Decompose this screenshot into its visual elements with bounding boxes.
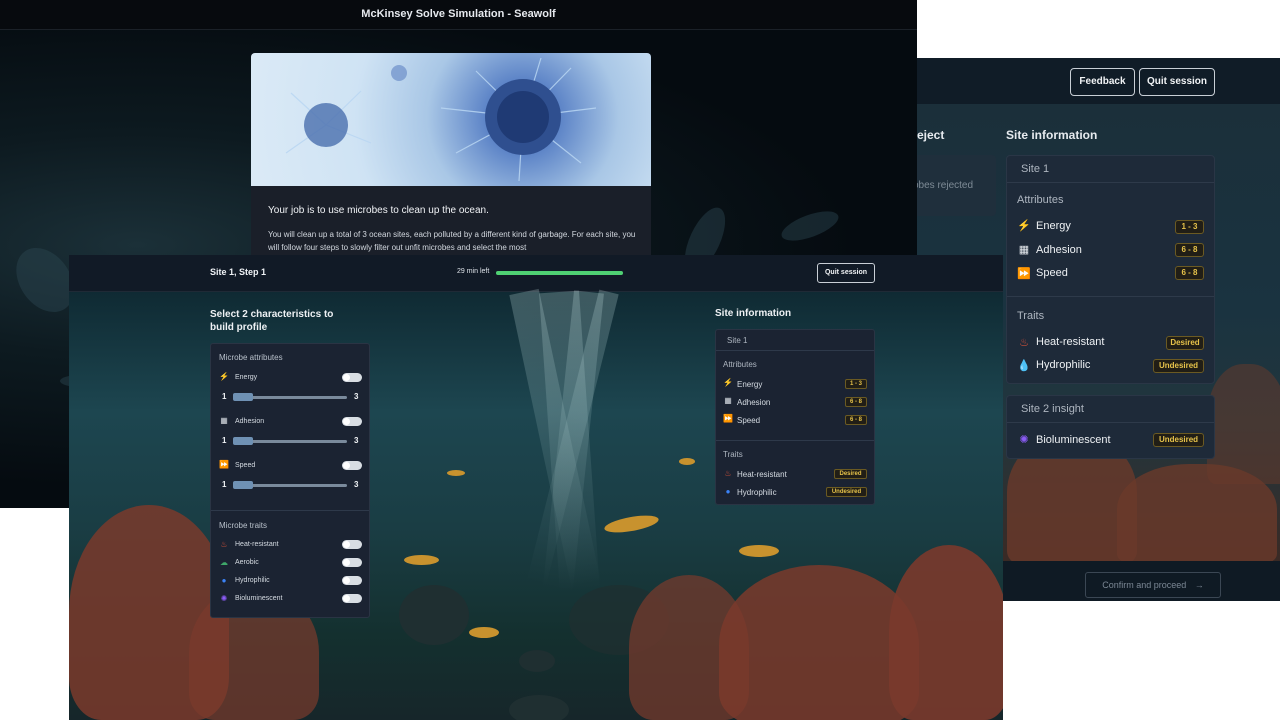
arrow-right-icon: → — [1194, 580, 1204, 590]
bioluminescent-toggle[interactable] — [342, 594, 362, 603]
attribute-range-badge: 6 - 8 — [1175, 266, 1204, 280]
speed-slider-handle[interactable] — [233, 481, 253, 489]
slider-max: 3 — [354, 392, 359, 401]
trait-status-badge: Desired — [1166, 336, 1204, 350]
traits-label: Traits — [723, 450, 743, 459]
attributes-label: Attributes — [1017, 194, 1064, 206]
attribute-range-badge: 6 - 8 — [845, 397, 867, 407]
step-title: Site 1, Step 1 — [210, 267, 267, 277]
droplet-icon: ● — [221, 576, 227, 585]
intro-card: Your job is to use microbes to clean up … — [251, 53, 651, 268]
quit-session-button[interactable]: Quit session — [1139, 68, 1215, 96]
fast-forward-icon: ⏩ — [1017, 268, 1031, 280]
microbe-attributes-label: Microbe attributes — [219, 353, 283, 362]
confirm-label: Confirm and proceed — [1102, 580, 1187, 590]
bolt-icon: ⚡ — [723, 378, 733, 387]
microbe-image — [251, 53, 651, 186]
slider-min: 1 — [222, 436, 227, 445]
flame-icon: ♨ — [220, 540, 228, 549]
reject-column-title: eject — [917, 128, 945, 142]
trait-status-badge: Undesired — [1153, 433, 1204, 447]
intro-heading: Your job is to use microbes to clean up … — [268, 205, 489, 216]
attribute-name: Adhesion — [1036, 244, 1082, 256]
attribute-name: Speed — [737, 416, 761, 425]
grid-icon: ▦ — [1018, 244, 1030, 256]
site-information-panel: Site 1 Attributes ⚡ Energy 1 - 3 ▦ Adhes… — [715, 329, 875, 505]
site-2-insight-panel: Site 2 insight ✺ Bioluminescent Undesire… — [1006, 395, 1215, 459]
trait-name: Hydrophilic — [1036, 359, 1091, 371]
attribute-name: Speed — [1036, 267, 1068, 279]
fast-forward-icon: ⏩ — [723, 414, 733, 423]
attribute-name: Speed — [235, 462, 256, 469]
grid-icon: ▦ — [724, 396, 732, 405]
trait-status-badge: Desired — [834, 469, 867, 479]
top-bar: Site 1, Step 1 29 min left Quit session — [69, 255, 1003, 292]
heat-resistant-toggle[interactable] — [342, 540, 362, 549]
trait-name: Bioluminescent — [1036, 434, 1111, 446]
insight-label: Site 2 insight — [1021, 403, 1084, 415]
adhesion-slider-handle[interactable] — [233, 437, 253, 445]
site-information-title: Site information — [715, 308, 792, 319]
speed-toggle[interactable] — [342, 461, 362, 470]
intro-title-bar: McKinsey Solve Simulation - Seawolf — [0, 0, 917, 30]
trait-name: Hydrophilic — [737, 488, 777, 497]
site-label: Site 1 — [1021, 163, 1050, 175]
site-label: Site 1 — [727, 336, 748, 345]
attribute-name: Energy — [737, 380, 763, 389]
select-characteristics-title: Select 2 characteristics to build profil… — [210, 309, 334, 333]
trait-name: Bioluminescent — [235, 595, 283, 602]
microbe-characteristics-panel: Microbe attributes ⚡ Energy 1 3 ▦ Adhesi… — [210, 343, 370, 618]
site-information-panel: Site 1 Attributes ⚡ Energy 1 - 3 ▦ Adhes… — [1006, 155, 1215, 384]
attribute-name: Adhesion — [737, 398, 771, 407]
intro-body: You will clean up a total of 3 ocean sit… — [268, 230, 636, 252]
attribute-range-badge: 6 - 8 — [1175, 243, 1204, 257]
hydrophilic-toggle[interactable] — [342, 576, 362, 585]
attribute-range-badge: 1 - 3 — [1175, 220, 1204, 234]
slider-min: 1 — [222, 480, 227, 489]
slider-max: 3 — [354, 480, 359, 489]
energy-toggle[interactable] — [342, 373, 362, 382]
profile-builder-window: Site 1, Step 1 29 min left Quit session … — [69, 255, 1003, 720]
attribute-name: Energy — [1036, 220, 1071, 232]
droplet-icon: ● — [725, 487, 731, 496]
window-title: McKinsey Solve Simulation - Seawolf — [361, 8, 556, 20]
attributes-label: Attributes — [723, 360, 757, 369]
glow-icon: ✺ — [220, 594, 228, 603]
energy-slider-handle[interactable] — [233, 393, 253, 401]
timer-text: 29 min left — [457, 268, 490, 275]
trait-name: Heat-resistant — [1036, 336, 1105, 348]
glow-icon: ✺ — [1019, 434, 1029, 446]
quit-session-button[interactable]: Quit session — [817, 263, 875, 283]
attribute-range-badge: 1 - 3 — [845, 379, 867, 389]
bolt-icon: ⚡ — [1017, 220, 1031, 232]
flame-icon: ♨ — [724, 469, 732, 478]
microbe-traits-label: Microbe traits — [219, 521, 268, 530]
flame-icon: ♨ — [1019, 337, 1029, 349]
adhesion-toggle[interactable] — [342, 417, 362, 426]
trait-status-badge: Undesired — [826, 487, 867, 497]
fast-forward-icon: ⏩ — [219, 460, 229, 469]
aerobic-toggle[interactable] — [342, 558, 362, 567]
trait-name: Heat-resistant — [235, 541, 279, 548]
trait-name: Aerobic — [235, 559, 259, 566]
bolt-icon: ⚡ — [219, 372, 229, 381]
attribute-name: Energy — [235, 374, 258, 381]
droplet-icon: 💧 — [1017, 360, 1031, 372]
top-bar: Feedback Quit session — [917, 58, 1280, 104]
attribute-name: Adhesion — [235, 418, 265, 425]
attribute-range-badge: 6 - 8 — [845, 415, 867, 425]
trait-status-badge: Undesired — [1153, 359, 1204, 373]
confirm-and-proceed-button[interactable]: Confirm and proceed → — [1085, 572, 1221, 598]
trait-name: Hydrophilic — [235, 577, 270, 584]
site-information-title: Site information — [1006, 128, 1098, 142]
feedback-button[interactable]: Feedback — [1070, 68, 1135, 96]
timer-progress-fill — [496, 271, 623, 275]
slider-min: 1 — [222, 392, 227, 401]
rejected-microbes-text: obes rejected — [917, 180, 974, 191]
slider-max: 3 — [354, 436, 359, 445]
traits-label: Traits — [1017, 310, 1045, 322]
cloud-icon: ☁ — [220, 558, 228, 567]
grid-icon: ▦ — [220, 416, 228, 425]
trait-name: Heat-resistant — [737, 470, 787, 479]
